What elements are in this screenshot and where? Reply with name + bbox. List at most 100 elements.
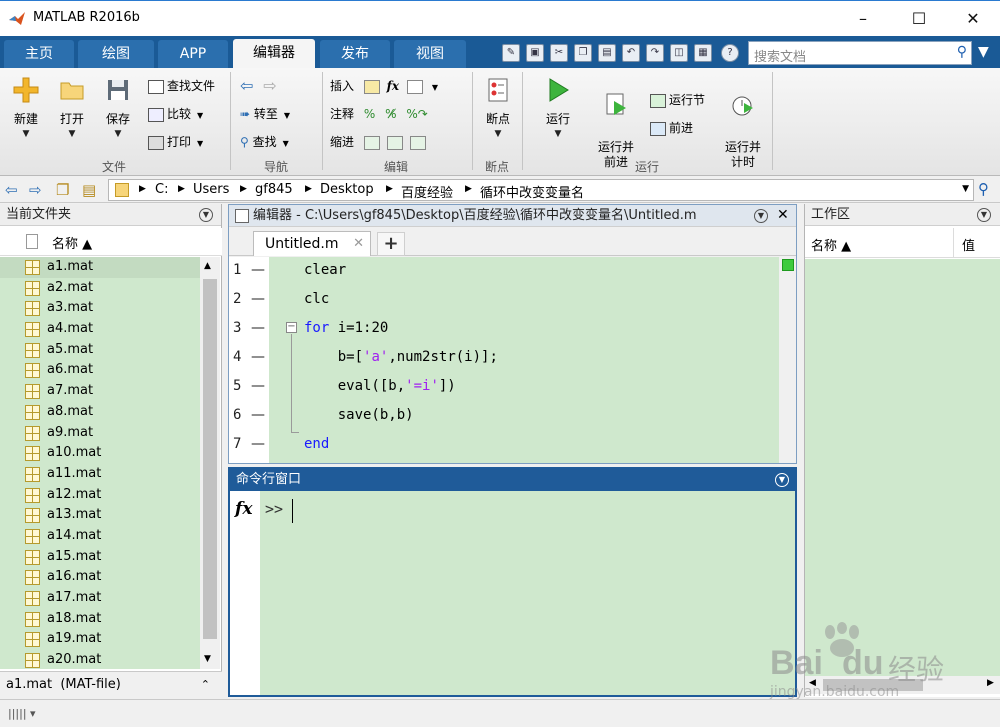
file-list-item[interactable]: a8.mat [0,402,200,423]
breadcrumb-user[interactable]: gf845 [255,182,293,197]
find-button[interactable]: ⚲ 查找 ▼ [240,132,289,152]
code-line[interactable]: for i=1:20 [304,320,388,336]
goto-button[interactable]: ➠ 转至 ▼ [240,104,290,124]
find-files-button[interactable]: 查找文件 [148,76,215,96]
new-tab-button[interactable]: + [377,232,405,256]
copy-icon[interactable]: ❐ [574,44,592,62]
breadcrumb-folder[interactable]: 百度经验 [401,182,453,201]
panel-menu-icon[interactable]: ▼ [199,208,213,222]
advance-button[interactable]: 前进 [650,118,693,138]
breakpoint-marker[interactable]: — [251,436,265,452]
search-folder-icon[interactable]: ⚲ [978,180,989,198]
tab-apps[interactable]: APP [158,40,228,68]
insert-dropdown-icon[interactable]: ▼ [432,83,438,92]
code-line[interactable]: save(b,b) [304,407,414,423]
breadcrumb-current-folder[interactable]: 循环中改变变量名 [480,182,584,201]
print-button[interactable]: 打印 ▼ [148,132,203,152]
insert-chart-icon[interactable] [406,79,423,94]
editor-menu-icon[interactable]: ▼ [754,209,768,223]
editor-close-icon[interactable]: ✕ [777,207,789,223]
breakpoint-marker[interactable]: — [251,407,265,423]
file-list-item[interactable]: a3.mat [0,298,200,319]
search-icon[interactable]: ⚲ [957,44,967,60]
code-line[interactable]: clc [304,291,329,307]
forward-arrow-icon[interactable]: ⇨ [263,76,276,95]
back-arrow-icon[interactable]: ⇦ [240,76,253,95]
compare-button[interactable]: 比较 ▼ [148,104,203,124]
file-list-item[interactable]: a9.mat [0,423,200,444]
file-list-item[interactable]: a1.mat [0,257,200,278]
switch-windows-icon[interactable]: ◫ [670,44,688,62]
uncomment-icon[interactable]: %̸ [385,107,396,121]
breakpoint-marker[interactable]: — [251,291,265,307]
breadcrumb-desktop[interactable]: Desktop [320,182,374,197]
breakpoint-marker[interactable]: — [251,320,265,336]
comment-button[interactable]: 注释 % %̸ %↷ [330,104,428,124]
smart-indent-icon[interactable] [363,135,380,150]
decrease-indent-icon[interactable] [409,135,426,150]
file-list-item[interactable]: a14.mat [0,526,200,547]
save-button[interactable]: 保存 ▼ [98,76,138,139]
file-list-item[interactable]: a20.mat [0,650,200,669]
redo-icon[interactable]: ↷ [646,44,664,62]
maximize-button[interactable]: ☐ [896,1,942,36]
breadcrumb-drive[interactable]: C: [155,182,168,197]
undo-icon[interactable]: ↶ [622,44,640,62]
file-list-item[interactable]: a6.mat [0,360,200,381]
paste-icon[interactable]: ▤ [598,44,616,62]
expand-details-icon[interactable]: ⌃ [201,672,210,698]
insert-section-icon[interactable] [363,79,380,94]
workspace-menu-icon[interactable]: ▼ [977,208,991,222]
tab-publish[interactable]: 发布 [320,40,390,68]
tab-view[interactable]: 视图 [394,40,466,68]
insert-button[interactable]: 插入 fx ▼ [330,76,438,96]
command-window[interactable]: 命令行窗口 ▼ fx >> [228,467,797,697]
increase-indent-icon[interactable] [386,135,403,150]
indent-button[interactable]: 缩进 [330,132,429,152]
workspace-variables[interactable] [805,259,1000,676]
run-section-button[interactable]: 运行节 [650,90,705,110]
breakpoint-marker[interactable]: — [251,378,265,394]
comment-icon[interactable]: % [364,107,375,121]
breakpoint-marker[interactable]: — [251,262,265,278]
scroll-up-icon[interactable]: ▲ [204,261,211,271]
breakpoints-button[interactable]: 断点 ▼ [478,76,518,139]
code-line[interactable]: clear [304,262,346,278]
run-button[interactable]: 运行 ▼ [536,76,580,139]
file-details-bar[interactable]: a1.mat (MAT-file) ⌃ [0,671,222,697]
file-list-item[interactable]: a2.mat [0,278,200,299]
editor-scrollbar[interactable] [779,257,796,463]
path-dropdown-icon[interactable]: ▼ [962,184,969,194]
tab-plots[interactable]: 绘图 [78,40,154,68]
wrap-comments-icon[interactable]: %↷ [406,107,427,121]
file-list-item[interactable]: a11.mat [0,464,200,485]
command-window-menu-icon[interactable]: ▼ [775,473,789,487]
breakpoint-marker[interactable]: — [251,349,265,365]
breadcrumb-users[interactable]: Users [193,182,229,197]
file-list-item[interactable]: a18.mat [0,609,200,630]
file-list-item[interactable]: a17.mat [0,588,200,609]
file-list-item[interactable]: a7.mat [0,381,200,402]
file-list-item[interactable]: a4.mat [0,319,200,340]
code-area[interactable]: − clear clc for i=1:20 b=['a',num2str(i)];… [269,257,779,463]
file-list-item[interactable]: a16.mat [0,567,200,588]
minimize-button[interactable]: – [840,1,886,36]
file-list-item[interactable]: a19.mat [0,629,200,650]
file-list-scrollbar[interactable]: ▲ ▼ [200,257,220,669]
tab-editor[interactable]: 编辑器 [233,39,315,69]
scrollbar-thumb[interactable] [203,279,217,639]
document-tab[interactable]: Untitled.m ✕ [253,231,371,256]
file-list-item[interactable]: a13.mat [0,505,200,526]
code-line[interactable]: end [304,436,329,452]
tab-home[interactable]: 主页 [4,40,74,68]
name-column-header[interactable]: 名称 ▲ [52,233,92,252]
code-line[interactable]: b=['a',num2str(i)]; [304,349,498,365]
file-list-item[interactable]: a5.mat [0,340,200,361]
workspace-name-column[interactable]: 名称 ▲ [811,235,851,254]
new-button[interactable]: 新建 ▼ [6,76,46,139]
path-box[interactable]: ▶ C: ▶ Users ▶ gf845 ▶ Desktop ▶ 百度经验 ▶ … [108,179,974,201]
forward-icon[interactable]: ⇨ [29,181,42,199]
close-button[interactable]: ✕ [950,1,996,36]
run-and-advance-button[interactable]: 运行并 前进 [592,76,640,170]
file-list-item[interactable]: a12.mat [0,485,200,506]
